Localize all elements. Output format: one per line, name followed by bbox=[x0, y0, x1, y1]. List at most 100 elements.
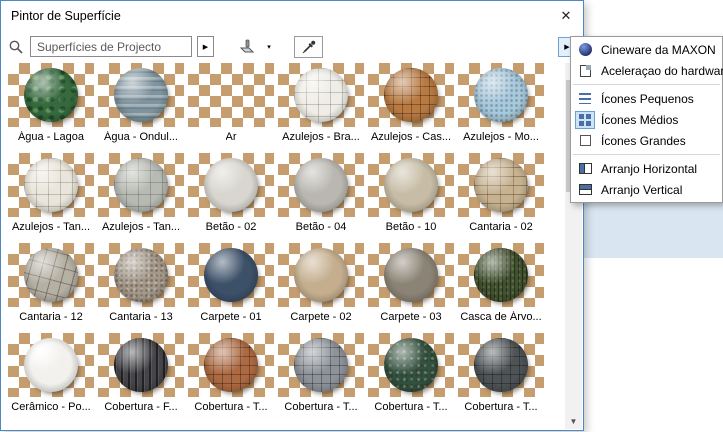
material-label: Cobertura - T... bbox=[194, 401, 268, 413]
menu-item-arrange-vertical[interactable]: Arranjo Vertical bbox=[571, 179, 722, 200]
material-sphere-preview bbox=[24, 248, 78, 302]
menu-item-small-icons[interactable]: Ícones Pequenos bbox=[571, 88, 722, 109]
material-item[interactable]: Cantaria - 02 bbox=[456, 153, 546, 243]
menu-item-large-icons[interactable]: Ícones Grandes bbox=[571, 130, 722, 151]
material-thumbnail[interactable] bbox=[458, 63, 544, 127]
material-sphere-preview bbox=[384, 68, 438, 122]
material-sphere-preview bbox=[24, 68, 78, 122]
material-thumbnail[interactable] bbox=[188, 243, 274, 307]
material-item[interactable]: Betão - 10 bbox=[366, 153, 456, 243]
material-thumbnail[interactable] bbox=[8, 63, 94, 127]
material-thumbnail[interactable] bbox=[188, 333, 274, 397]
menu-item-cineware[interactable]: Cineware da MAXON bbox=[571, 39, 722, 60]
material-item[interactable]: Carpete - 01 bbox=[186, 243, 276, 333]
material-label: Cobertura - T... bbox=[374, 401, 448, 413]
material-item[interactable]: Cerâmico - Po... bbox=[6, 333, 96, 423]
material-thumbnail[interactable] bbox=[98, 153, 184, 217]
material-label: Cantaria - 02 bbox=[469, 221, 533, 233]
menu-item-label: Arranjo Horizontal bbox=[601, 161, 698, 176]
material-item[interactable]: Azulejos - Tan... bbox=[96, 153, 186, 243]
icons-medium-icon bbox=[575, 110, 595, 129]
material-item[interactable]: Cobertura - T... bbox=[366, 333, 456, 423]
paint-tool-icon bbox=[239, 39, 255, 52]
menu-item-label: Cineware da MAXON bbox=[601, 42, 716, 57]
material-sphere-preview bbox=[294, 158, 348, 212]
material-label: Betão - 02 bbox=[205, 221, 257, 233]
menu-separator bbox=[573, 84, 720, 85]
menu-item-medium-icons[interactable]: Ícones Médios bbox=[571, 109, 722, 130]
material-sphere-preview bbox=[474, 68, 528, 122]
material-thumbnail[interactable] bbox=[98, 333, 184, 397]
material-label: Cobertura - T... bbox=[284, 401, 358, 413]
material-thumbnail[interactable] bbox=[458, 153, 544, 217]
material-sphere-preview bbox=[114, 68, 168, 122]
material-thumbnail[interactable] bbox=[278, 333, 364, 397]
paint-mode-button[interactable] bbox=[234, 35, 262, 59]
surface-scope-select[interactable]: Superfícies de Projecto bbox=[30, 36, 192, 57]
arrange-horizontal-icon bbox=[575, 160, 595, 178]
material-item[interactable]: Casca de Árvo... bbox=[456, 243, 546, 333]
material-thumbnail[interactable] bbox=[368, 243, 454, 307]
icons-large-icon bbox=[575, 132, 595, 150]
material-sphere-preview bbox=[204, 158, 258, 212]
material-sphere-preview bbox=[204, 248, 258, 302]
material-item[interactable]: Carpete - 03 bbox=[366, 243, 456, 333]
material-item[interactable]: Água - Ondul... bbox=[96, 63, 186, 153]
material-thumbnail[interactable] bbox=[278, 63, 364, 127]
material-item[interactable]: Cobertura - T... bbox=[276, 333, 366, 423]
eyedropper-button[interactable] bbox=[294, 35, 323, 58]
toolbar: Superfícies de Projecto ▶ ▾ ▶ bbox=[1, 30, 583, 63]
materials-area: Água - Lagoa Água - Ondul... Ar Azulejos - … bbox=[2, 63, 582, 429]
material-thumbnail[interactable] bbox=[188, 153, 274, 217]
material-label: Cobertura - T... bbox=[464, 401, 538, 413]
material-label: Carpete - 02 bbox=[290, 311, 352, 323]
material-item[interactable]: Cantaria - 13 bbox=[96, 243, 186, 333]
material-thumbnail[interactable] bbox=[188, 63, 274, 127]
scope-arrow-button[interactable]: ▶ bbox=[197, 36, 214, 57]
arrange-vertical-icon bbox=[575, 181, 595, 199]
material-item[interactable]: Azulejos - Tan... bbox=[6, 153, 96, 243]
paint-mode-dropdown[interactable]: ▾ bbox=[264, 35, 274, 59]
material-thumbnail[interactable] bbox=[8, 153, 94, 217]
material-thumbnail[interactable] bbox=[458, 243, 544, 307]
material-item[interactable]: Cobertura - F... bbox=[96, 333, 186, 423]
material-item[interactable]: Cantaria - 12 bbox=[6, 243, 96, 333]
close-button[interactable]: ✕ bbox=[549, 1, 583, 30]
material-item[interactable]: Azulejos - Bra... bbox=[276, 63, 366, 153]
material-item[interactable]: Azulejos - Mo... bbox=[456, 63, 546, 153]
material-label: Azulejos - Mo... bbox=[463, 131, 539, 143]
material-sphere-preview bbox=[24, 158, 78, 212]
material-label: Cerâmico - Po... bbox=[11, 401, 91, 413]
material-item[interactable]: Água - Lagoa bbox=[6, 63, 96, 153]
material-thumbnail[interactable] bbox=[278, 153, 364, 217]
material-sphere-preview bbox=[114, 338, 168, 392]
menu-item-label: Ícones Pequenos bbox=[601, 91, 694, 106]
material-item[interactable]: Carpete - 02 bbox=[276, 243, 366, 333]
material-thumbnail[interactable] bbox=[98, 63, 184, 127]
material-thumbnail[interactable] bbox=[368, 153, 454, 217]
material-label: Carpete - 03 bbox=[380, 311, 442, 323]
material-item[interactable]: Betão - 04 bbox=[276, 153, 366, 243]
material-thumbnail[interactable] bbox=[98, 243, 184, 307]
material-item[interactable]: Cobertura - T... bbox=[186, 333, 276, 423]
material-thumbnail[interactable] bbox=[278, 243, 364, 307]
scroll-down-button[interactable]: ▼ bbox=[565, 413, 582, 429]
material-item[interactable]: Cobertura - T... bbox=[456, 333, 546, 423]
material-label: Cobertura - F... bbox=[104, 401, 178, 413]
material-label: Água - Ondul... bbox=[104, 131, 178, 143]
surface-painter-dialog: Pintor de Superfície ✕ Superfícies de Pr… bbox=[0, 0, 584, 431]
material-label: Azulejos - Bra... bbox=[282, 131, 360, 143]
material-thumbnail[interactable] bbox=[8, 243, 94, 307]
material-thumbnail[interactable] bbox=[458, 333, 544, 397]
menu-item-hardware-acceleration[interactable]: Aceleraçao do hardware bbox=[571, 60, 723, 81]
material-label: Cantaria - 12 bbox=[19, 311, 83, 323]
menu-item-arrange-horizontal[interactable]: Arranjo Horizontal bbox=[571, 158, 722, 179]
cineware-ball-icon bbox=[575, 41, 595, 59]
titlebar[interactable]: Pintor de Superfície ✕ bbox=[1, 1, 583, 30]
material-thumbnail[interactable] bbox=[368, 63, 454, 127]
material-item[interactable]: Azulejos - Cas... bbox=[366, 63, 456, 153]
material-item[interactable]: Betão - 02 bbox=[186, 153, 276, 243]
material-item[interactable]: Ar bbox=[186, 63, 276, 153]
material-thumbnail[interactable] bbox=[368, 333, 454, 397]
material-thumbnail[interactable] bbox=[8, 333, 94, 397]
